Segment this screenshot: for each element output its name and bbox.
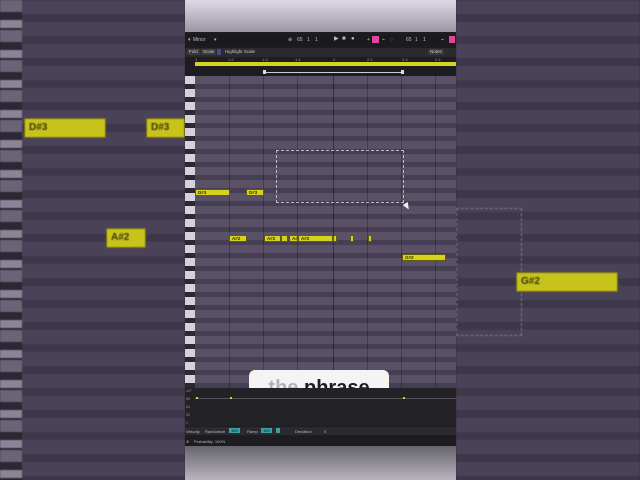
midi-note[interactable] bbox=[281, 235, 288, 242]
probability-label[interactable]: Probability: 100% bbox=[194, 439, 225, 444]
grid-line bbox=[333, 76, 334, 388]
background-piano-keys bbox=[0, 0, 22, 480]
piano-roll-tabs: Fold Scale Highlight Scale Notes bbox=[185, 48, 456, 57]
notes-tab[interactable]: Notes bbox=[428, 49, 444, 55]
velocity-marker[interactable] bbox=[403, 397, 405, 399]
scale-selector-icon[interactable]: ▾ bbox=[188, 37, 191, 43]
background-grid bbox=[22, 0, 185, 480]
deviation-value[interactable]: 0 bbox=[324, 429, 326, 434]
follow-icon[interactable]: ⊕ bbox=[288, 37, 292, 43]
background-note: D#3 bbox=[24, 118, 106, 138]
loop-beat[interactable]: 1 bbox=[423, 37, 426, 43]
velocity-marker[interactable] bbox=[196, 397, 198, 399]
scale-button[interactable]: Scale bbox=[201, 49, 217, 55]
midi-note[interactable]: D#3 bbox=[246, 189, 264, 196]
background-right-panel: G#2 bbox=[456, 0, 640, 480]
bottom-video-strip bbox=[185, 446, 456, 480]
velocity-label: 32 bbox=[186, 413, 190, 417]
midi-note[interactable] bbox=[368, 235, 372, 242]
background-selection bbox=[456, 208, 522, 336]
start-marker[interactable] bbox=[263, 70, 266, 74]
grid-line bbox=[367, 76, 368, 388]
clip-range-line bbox=[265, 72, 403, 73]
record-icon[interactable]: ● bbox=[351, 36, 355, 42]
midi-note[interactable] bbox=[333, 235, 337, 242]
end-marker[interactable] bbox=[401, 70, 404, 74]
probability-icon: ⊘ bbox=[186, 439, 190, 444]
midi-icon[interactable] bbox=[449, 36, 455, 43]
loop-brace[interactable] bbox=[195, 62, 456, 66]
transport-bar: ▾ Minor ▾ ⊕ 65 1 1 ▶ ■ ● + ⌁ ◌ 65 1 1 ⌁ bbox=[185, 34, 456, 46]
midi-note[interactable]: G#2 bbox=[402, 254, 446, 261]
highlight-scale-checkbox[interactable] bbox=[217, 49, 221, 55]
loop-bar[interactable]: 1 bbox=[415, 37, 418, 43]
deviation-label: Deviation bbox=[295, 429, 312, 434]
top-video-strip bbox=[185, 0, 456, 32]
velocity-scale: 127 96 64 32 1 bbox=[185, 388, 195, 426]
randomize-value[interactable]: 100 bbox=[229, 428, 240, 433]
add-icon[interactable]: + bbox=[367, 37, 370, 43]
background-note: D#3 bbox=[146, 118, 185, 138]
play-icon[interactable]: ▶ bbox=[334, 36, 339, 42]
velocity-label: 64 bbox=[186, 405, 190, 409]
automation-icon[interactable]: ⌁ bbox=[382, 37, 385, 43]
ramp-label: Ramp bbox=[247, 429, 258, 434]
piano-roll-window: ▾ Minor ▾ ⊕ 65 1 1 ▶ ■ ● + ⌁ ◌ 65 1 1 ⌁ … bbox=[185, 0, 456, 480]
randomize-label: Randomize bbox=[205, 429, 226, 434]
midi-note[interactable]: D#3 bbox=[195, 189, 230, 196]
grid-line bbox=[435, 76, 436, 388]
velocity-line bbox=[195, 398, 456, 399]
loop-icon[interactable]: ◌ bbox=[390, 37, 393, 43]
velocity-label: Velocity bbox=[186, 429, 200, 434]
velocity-lane[interactable] bbox=[185, 388, 456, 426]
grid-line bbox=[297, 76, 298, 388]
velocity-marker[interactable] bbox=[230, 397, 232, 399]
note-params-bar: Velocity Randomize 100 Ramp 100 Deviatio… bbox=[185, 427, 456, 435]
scale-name[interactable]: Minor bbox=[193, 37, 206, 43]
probability-bar: ⊘ Probability: 100% bbox=[185, 437, 456, 445]
tempo-pos[interactable]: 65 bbox=[297, 37, 303, 43]
note-grid[interactable] bbox=[195, 76, 456, 388]
chevron-down-icon[interactable]: ▾ bbox=[214, 37, 217, 43]
piano-keyboard[interactable] bbox=[185, 76, 195, 388]
ramp-value[interactable]: 100 bbox=[261, 428, 272, 433]
position-a[interactable]: 1 bbox=[307, 37, 310, 43]
background-note: A#2 bbox=[106, 228, 146, 248]
grid-line bbox=[401, 76, 402, 388]
grid-line bbox=[229, 76, 230, 388]
midi-note[interactable] bbox=[350, 235, 354, 242]
velocity-label: 127 bbox=[186, 389, 192, 393]
midi-note[interactable]: A# bbox=[289, 235, 298, 242]
key-icon[interactable]: ⌁ bbox=[441, 37, 444, 43]
position-b[interactable]: 1 bbox=[315, 37, 318, 43]
stop-icon[interactable]: ■ bbox=[342, 36, 346, 42]
midi-note[interactable]: A#2 bbox=[298, 235, 333, 242]
grid-line bbox=[263, 76, 264, 388]
ramp-end-value[interactable] bbox=[276, 428, 280, 433]
loop-start[interactable]: 65 bbox=[406, 37, 412, 43]
midi-note[interactable]: A#2 bbox=[264, 235, 281, 242]
background-note: G#2 bbox=[516, 272, 618, 292]
velocity-label: 96 bbox=[186, 397, 190, 401]
draw-mode-icon[interactable] bbox=[372, 36, 379, 43]
velocity-label: 1 bbox=[186, 421, 188, 425]
highlight-scale-label: Highlight Scale bbox=[225, 49, 256, 54]
midi-note[interactable]: A#2 bbox=[229, 235, 247, 242]
background-left-panel: D#3 D#3 A#2 bbox=[0, 0, 185, 480]
fold-button[interactable]: Fold bbox=[187, 49, 200, 55]
selection-marquee bbox=[276, 150, 404, 203]
